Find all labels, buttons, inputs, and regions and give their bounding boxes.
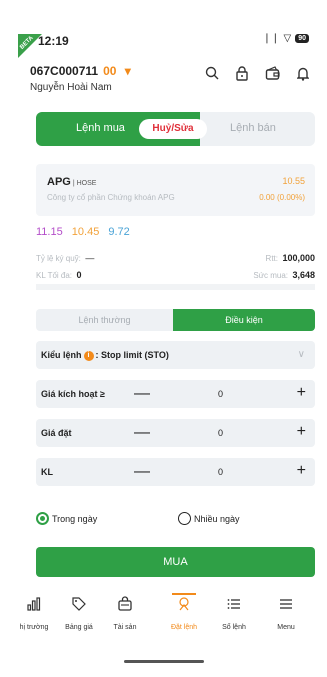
buying-power-value: 3,648 — [292, 270, 315, 280]
quantity-stepper: KL — 0 + — [36, 458, 315, 486]
account-selector[interactable]: 067C000711 00 ▾ — [30, 64, 131, 78]
price-range: 11.15 10.45 9.72 — [36, 226, 130, 238]
nav-menu-label: Menu — [277, 624, 295, 631]
bag-icon — [101, 596, 149, 618]
margin-ratio-label: Tỷ lệ ký quỹ: — [36, 254, 81, 263]
system-icons: ❘❘ ▽ 90 — [263, 33, 309, 44]
max-qty-label: KL Tối đa: — [36, 271, 73, 280]
buying-power-row: Sức mua: 3,648 — [253, 265, 315, 283]
status-bar: BETA 12:19 ❘❘ ▽ 90 — [0, 0, 327, 58]
order-kind-label: Kiểu lệnh — [41, 350, 82, 360]
last-price: 10.55 — [282, 176, 305, 186]
home-indicator[interactable] — [124, 660, 204, 663]
bottom-nav: hị trường Bảng giá Tài sản Đặt lệnh Sổ l… — [20, 593, 322, 646]
company-name: Công ty cổ phần Chứng khoán APG — [47, 193, 175, 202]
rtt-value: 100,000 — [282, 253, 315, 263]
rtt-row: Rtt: 100,000 — [266, 248, 315, 266]
trigger-price-increment[interactable]: + — [297, 384, 306, 402]
search-icon[interactable] — [205, 66, 219, 86]
trigger-price-decrement[interactable]: — — [134, 385, 150, 403]
trigger-price-label: Giá kích hoạt ≥ — [41, 389, 105, 399]
radio-in-day-label: Trong ngày — [52, 513, 98, 524]
radio-multi-day-label: Nhiều ngày — [194, 513, 240, 524]
nav-place-order[interactable]: Đặt lệnh — [160, 596, 208, 631]
tag-icon — [55, 596, 103, 618]
account-number: 067C000711 — [30, 64, 99, 78]
lock-icon[interactable] — [235, 66, 249, 86]
tab-normal-order[interactable]: Lệnh thường — [36, 309, 173, 331]
margin-ratio-row: Tỷ lệ ký quỹ: — — [36, 248, 94, 266]
nav-order-book[interactable]: Sổ lệnh — [210, 596, 258, 631]
radio-multi-day[interactable]: Nhiều ngày — [178, 510, 240, 528]
nav-menu[interactable]: Menu — [262, 596, 310, 631]
radio-checked-icon — [36, 512, 49, 526]
reference-price[interactable]: 10.45 — [72, 226, 100, 238]
sub-account: 00 — [103, 64, 117, 78]
rtt-label: Rtt: — [265, 254, 278, 263]
menu-icon — [262, 596, 310, 618]
section-divider — [36, 284, 315, 290]
chart-icon — [10, 596, 58, 618]
quantity-input[interactable]: 0 — [218, 467, 223, 477]
order-type-toggle: Lệnh thường Điều kiện — [36, 309, 315, 331]
nav-order-book-label: Sổ lệnh — [222, 624, 246, 631]
wifi-icon: ▽ — [283, 33, 292, 44]
stock-symbol: APG — [47, 176, 71, 188]
quantity-decrement[interactable]: — — [134, 463, 150, 481]
tab-conditional-order[interactable]: Điều kiện — [173, 309, 315, 331]
trigger-price-stepper: Giá kích hoạt ≥ — 0 + — [36, 380, 315, 408]
stock-exchange: | HOSE — [72, 180, 97, 187]
order-price-input[interactable]: 0 — [218, 428, 223, 438]
nav-market-label: hị trường — [19, 624, 49, 631]
floor-price[interactable]: 9.72 — [108, 226, 129, 238]
price-change: 0.00 (0.00%) — [259, 193, 305, 202]
buy-submit-button[interactable]: MUA — [36, 547, 315, 577]
quantity-increment[interactable]: + — [297, 462, 306, 480]
status-time: 12:19 — [38, 34, 69, 48]
radio-unchecked-icon — [178, 512, 191, 526]
tab-sell[interactable]: Lệnh bán — [230, 122, 276, 134]
account-holder-name: Nguyễn Hoài Nam — [30, 82, 112, 93]
trigger-price-input[interactable]: 0 — [218, 389, 223, 399]
quantity-label: KL — [41, 467, 53, 477]
order-price-decrement[interactable]: — — [134, 424, 150, 442]
place-order-icon — [160, 596, 208, 618]
max-qty-row: KL Tối đa: 0 — [36, 265, 82, 283]
wallet-icon[interactable] — [265, 66, 281, 86]
nav-assets[interactable]: Tài sản — [101, 596, 149, 631]
nav-market[interactable]: hị trường — [10, 596, 58, 631]
order-price-stepper: Giá đặt — 0 + — [36, 419, 315, 447]
tab-cancel-modify[interactable]: Huỷ/Sửa — [139, 119, 207, 139]
nav-price-board-label: Bảng giá — [65, 624, 93, 631]
margin-ratio-value: — — [85, 253, 95, 263]
order-side-tabs: Lệnh mua Huỷ/Sửa Lệnh bán — [36, 112, 315, 146]
max-qty-value: 0 — [76, 270, 82, 280]
chevron-down-icon: ∨ — [297, 349, 305, 360]
active-tab-indicator — [172, 593, 196, 595]
order-book-icon — [210, 596, 258, 618]
battery-icon: 90 — [295, 34, 309, 43]
tab-buy-label: Lệnh mua — [76, 122, 125, 134]
chevron-down-icon: ▾ — [124, 64, 131, 78]
signal-icon: ❘❘ — [262, 33, 280, 44]
order-price-increment[interactable]: + — [297, 423, 306, 441]
buying-power-label: Sức mua: — [253, 271, 289, 280]
order-kind-value: : Stop limit (STO) — [95, 350, 169, 360]
order-price-label: Giá đặt — [41, 428, 72, 438]
ceiling-price[interactable]: 11.15 — [36, 226, 63, 238]
nav-price-board[interactable]: Bảng giá — [55, 596, 103, 631]
bell-icon[interactable] — [296, 66, 310, 86]
nav-place-order-label: Đặt lệnh — [170, 624, 198, 631]
radio-in-day[interactable]: Trong ngày — [36, 510, 97, 528]
order-kind-select[interactable]: Kiểu lệnh i: Stop limit (STO) ∨ — [36, 341, 315, 369]
stock-info-card[interactable]: APG | HOSE Công ty cổ phần Chứng khoán AP… — [36, 164, 315, 216]
nav-assets-label: Tài sản — [113, 624, 137, 631]
header-actions — [205, 66, 310, 86]
info-icon[interactable]: i — [83, 350, 94, 361]
